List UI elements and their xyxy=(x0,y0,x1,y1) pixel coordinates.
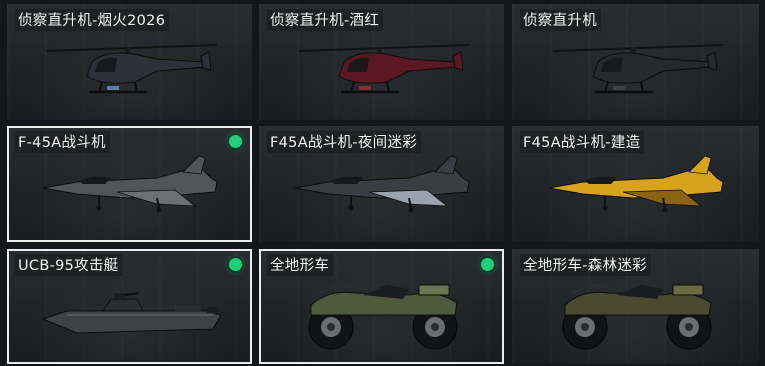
vehicle-card[interactable]: 全地形车 xyxy=(259,249,504,364)
vehicle-card[interactable]: 全地形车-森林迷彩 xyxy=(512,249,759,364)
vehicle-card[interactable]: 侦察直升机-酒红 xyxy=(259,4,504,120)
vehicle-name: 侦察直升机 xyxy=(520,9,601,31)
vehicle-name: F45A战斗机-建造 xyxy=(520,131,645,153)
vehicle-name: 侦察直升机-酒红 xyxy=(267,9,384,31)
equipped-indicator xyxy=(229,258,242,271)
vehicle-name: F45A战斗机-夜间迷彩 xyxy=(267,131,422,153)
vehicle-card[interactable]: F45A战斗机-建造 xyxy=(512,126,759,242)
vehicle-name: UCB-95攻击艇 xyxy=(15,254,123,276)
vehicle-card[interactable]: UCB-95攻击艇 xyxy=(7,249,252,364)
vehicle-name: 全地形车 xyxy=(267,254,334,276)
vehicle-card[interactable]: 侦察直升机-烟火2026 xyxy=(7,4,252,120)
equipped-indicator xyxy=(481,258,494,271)
vehicle-card[interactable]: F45A战斗机-夜间迷彩 xyxy=(259,126,504,242)
vehicle-name: 侦察直升机-烟火2026 xyxy=(15,9,170,31)
vehicle-card[interactable]: F-45A战斗机 xyxy=(7,126,252,242)
vehicle-name: F-45A战斗机 xyxy=(15,131,110,153)
vehicle-skin-grid: 侦察直升机-烟火2026 侦察直升机-酒红 侦察直升机 F-45A战斗机 F45… xyxy=(0,0,765,366)
vehicle-card[interactable]: 侦察直升机 xyxy=(512,4,759,120)
equipped-indicator xyxy=(229,135,242,148)
vehicle-name: 全地形车-森林迷彩 xyxy=(520,254,651,276)
